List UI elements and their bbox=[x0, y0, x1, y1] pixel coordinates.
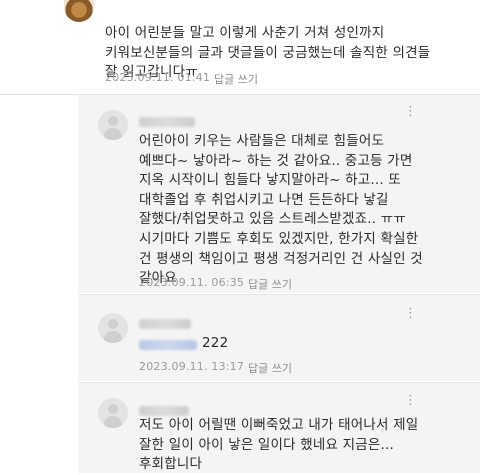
reply-button[interactable]: 답글 쓰기 bbox=[248, 276, 292, 292]
blurred-nickname bbox=[139, 117, 195, 127]
reply-text: 저도 아이 어릴땐 이뻐죽었고 내가 태어나서 제일 잘한 일이 아이 낳은 일… bbox=[139, 417, 419, 473]
person-icon bbox=[108, 404, 118, 414]
reply-timestamp: 2023.09.11. 06:35 bbox=[139, 276, 245, 289]
person-icon bbox=[108, 116, 118, 126]
reply-timestamp: 2023.09.11. 13:17 bbox=[139, 360, 245, 373]
reply-text: 222 bbox=[202, 335, 229, 351]
default-avatar[interactable] bbox=[98, 110, 128, 140]
default-avatar[interactable] bbox=[98, 398, 128, 428]
reply-button[interactable]: 답글 쓰기 bbox=[248, 360, 292, 376]
reply-text: 어린아이 키우는 사람들은 대체로 힘들어도 예쁘다~ 낳아라~ 하는 것 같아… bbox=[139, 133, 423, 287]
blurred-nickname bbox=[139, 406, 189, 416]
person-icon bbox=[108, 319, 118, 329]
default-avatar[interactable] bbox=[98, 313, 128, 343]
more-vertical-icon[interactable]: ⋮ bbox=[404, 306, 417, 321]
more-vertical-icon[interactable]: ⋮ bbox=[404, 104, 417, 119]
mention-tag[interactable] bbox=[139, 340, 197, 350]
user-avatar[interactable] bbox=[64, 0, 94, 22]
comment-timestamp: 2023.09.11. 01:41 bbox=[105, 71, 211, 84]
more-vertical-icon[interactable]: ⋮ bbox=[404, 393, 417, 408]
blurred-nickname bbox=[139, 319, 191, 329]
reply-button[interactable]: 답글 쓰기 bbox=[214, 71, 258, 87]
